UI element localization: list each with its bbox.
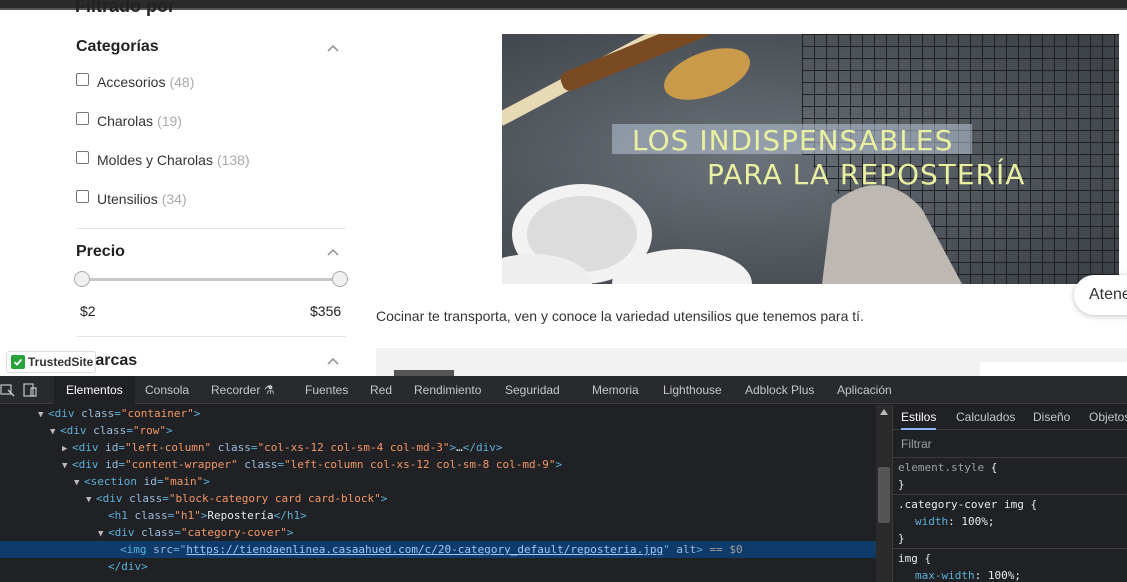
divider [76, 336, 346, 337]
tab-lighthouse[interactable]: Lighthouse [663, 376, 722, 404]
category-item-moldes-y-charolas[interactable]: Moldes y Charolas (138) [76, 150, 250, 170]
tab-calculados[interactable]: Calculados [956, 405, 1015, 430]
dom-node[interactable]: <h1 class="h1">Repostería</h1> [108, 507, 307, 524]
device-toolbar-icon[interactable] [22, 382, 38, 398]
checkbox[interactable] [76, 72, 89, 86]
chevron-up-icon[interactable] [326, 43, 340, 53]
chat-widget[interactable]: Atene [1074, 275, 1127, 315]
chevron-up-icon[interactable] [326, 356, 340, 366]
checkbox[interactable] [76, 189, 89, 203]
dom-node[interactable]: ▼ <section id="main"> [74, 473, 210, 490]
sort-box[interactable] [980, 362, 1127, 376]
tab-adblock-plus[interactable]: Adblock Plus [745, 376, 814, 404]
checkbox[interactable] [76, 150, 89, 164]
tab-seguridad[interactable]: Seguridad [505, 376, 560, 404]
divider [893, 457, 1127, 458]
styles-tabbar: Estilos Calculados Diseño Objetos [893, 405, 1127, 430]
trustedsite-label: TrustedSite [28, 355, 94, 369]
categories-title: Categorías [76, 38, 159, 55]
product-list-header [376, 348, 1127, 376]
category-cover-image: LOS INDISPENSABLES PARA LA REPOSTERÍA [502, 34, 1119, 284]
styles-filter-input[interactable]: Filtrar [901, 437, 932, 451]
category-count: (48) [169, 74, 195, 90]
dom-tree[interactable]: ▼ <div class="container"> ▼ <div class="ro… [0, 405, 876, 582]
chevron-up-icon[interactable] [326, 247, 340, 257]
tab-estilos[interactable]: Estilos [901, 405, 937, 430]
category-label: Charolas [97, 113, 154, 129]
price-max-value: $356 [310, 303, 342, 319]
tab-memoria[interactable]: Memoria [592, 376, 639, 404]
category-item-accesorios[interactable]: Accesorios (48) [76, 72, 194, 92]
image-src-link[interactable]: https://tiendaenlinea.casaahued.com/c/20… [186, 543, 663, 556]
dom-node-selected[interactable]: <img src="https://tiendaenlinea.casaahue… [0, 541, 876, 558]
price-slider-max-handle[interactable] [332, 271, 348, 287]
dom-node[interactable]: ▼ <div class="category-cover"> [98, 524, 293, 541]
category-label: Utensilios [97, 191, 158, 207]
dom-node[interactable]: ▼ <div class="row"> [50, 422, 173, 439]
flask-icon: ⚗ [263, 383, 275, 397]
category-count: (138) [216, 152, 250, 168]
style-rule-selector[interactable]: img { [898, 550, 931, 567]
category-count: (34) [161, 191, 187, 207]
inspect-element-icon[interactable] [0, 382, 16, 398]
banner-title-line1: LOS INDISPENSABLES [632, 124, 954, 157]
dom-node[interactable]: ▼ <div id="content-wrapper" class="left-c… [62, 456, 562, 473]
category-count: (19) [157, 113, 182, 129]
devtools-panel: Elementos Consola Recorder ⚗ Fuentes Red… [0, 376, 1127, 582]
tab-objetos[interactable]: Objetos [1089, 405, 1127, 430]
category-label: Accesorios [97, 74, 166, 90]
tab-recorder[interactable]: Recorder ⚗ [211, 376, 274, 404]
divider [893, 548, 1127, 549]
style-rule-close: } [898, 478, 905, 491]
category-item-utensilios[interactable]: Utensilios (34) [76, 189, 187, 209]
price-title: Precio [76, 243, 125, 260]
dom-node[interactable]: ▶ <div id="left-column" class="col-xs-12 … [62, 439, 503, 456]
tab-rendimiento[interactable]: Rendimiento [414, 376, 481, 404]
price-min-value: $2 [80, 303, 96, 319]
price-slider-min-handle[interactable] [74, 271, 90, 287]
style-rule-close: } [898, 532, 905, 545]
tab-aplicacion[interactable]: Aplicación [837, 376, 892, 404]
website-viewport: Filtrado por Categorías Accesorios (48) … [0, 0, 1127, 376]
style-declaration[interactable]: width: 100%; [915, 513, 995, 530]
divider [893, 494, 1127, 495]
checkbox[interactable] [76, 111, 89, 125]
tab-red[interactable]: Red [370, 376, 392, 404]
price-slider-range [82, 278, 340, 281]
style-declaration[interactable]: max-width: 100%; [915, 567, 1021, 582]
divider [76, 228, 346, 229]
category-item-charolas[interactable]: Charolas (19) [76, 111, 182, 131]
category-label: Moldes y Charolas [97, 152, 213, 168]
checkmark-icon [11, 355, 25, 369]
trustedsite-badge[interactable]: TrustedSite [6, 351, 96, 373]
tab-elementos[interactable]: Elementos [54, 376, 135, 404]
dom-node[interactable]: </div> [108, 558, 148, 575]
tab-consola[interactable]: Consola [145, 376, 189, 404]
dom-node[interactable]: ▼ <div class="container"> [38, 405, 200, 422]
scroll-up-icon[interactable] [880, 409, 888, 415]
style-rule-selector[interactable]: .category-cover img { [898, 496, 1037, 513]
devtools-tabbar: Elementos Consola Recorder ⚗ Fuentes Red… [0, 376, 1127, 404]
styles-pane: Estilos Calculados Diseño Objetos Filtra… [892, 405, 1127, 582]
screen: Filtrado por Categorías Accesorios (48) … [0, 0, 1127, 582]
filter-heading: Filtrado por [75, 0, 175, 16]
dom-tree-scrollbar[interactable] [876, 405, 892, 582]
dom-node[interactable]: ▼ <div class="block-category card card-bl… [86, 490, 387, 507]
category-description: Cocinar te transporta, ven y conoce la v… [376, 308, 864, 324]
tab-fuentes[interactable]: Fuentes [305, 376, 348, 404]
price-slider-track[interactable] [82, 278, 340, 281]
tab-diseno[interactable]: Diseño [1033, 405, 1070, 430]
scroll-thumb[interactable] [878, 467, 890, 523]
tab-recorder-label: Recorder [211, 383, 261, 397]
banner-title-line2: PARA LA REPOSTERÍA [707, 158, 1026, 191]
style-rule-selector[interactable]: element.style { [898, 459, 997, 476]
